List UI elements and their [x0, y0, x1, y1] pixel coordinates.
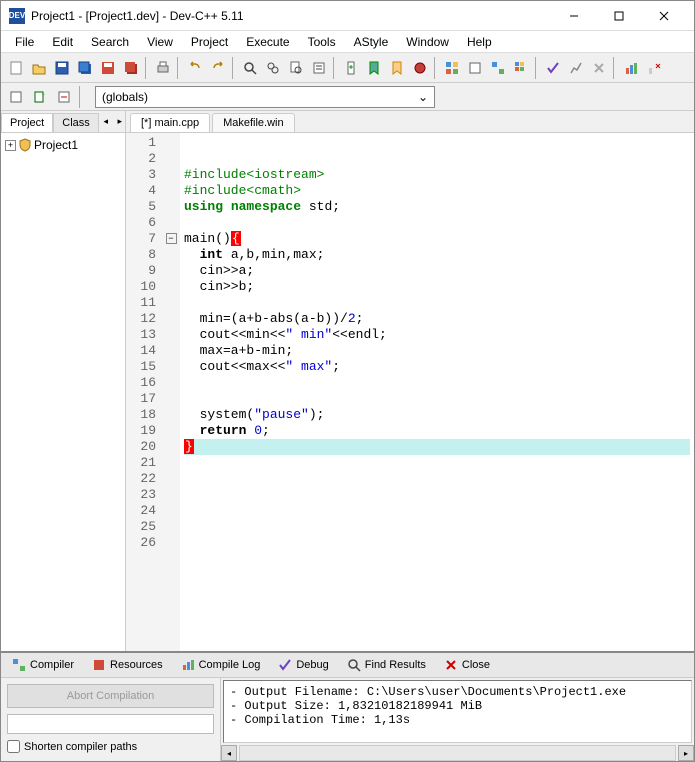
- tab-resources[interactable]: Resources: [85, 655, 170, 675]
- redo-icon[interactable]: [207, 57, 229, 79]
- bottom-content: Abort Compilation Shorten compiler paths…: [1, 678, 694, 761]
- close-icon: [444, 658, 458, 672]
- debug-check-icon: [278, 658, 292, 672]
- log-icon: [181, 658, 195, 672]
- line-gutter: 1234567891011121314151617181920212223242…: [126, 133, 162, 651]
- code-editor[interactable]: 1234567891011121314151617181920212223242…: [126, 133, 694, 651]
- check-icon[interactable]: [542, 57, 564, 79]
- run-icon[interactable]: [464, 57, 486, 79]
- progress-bar: [7, 714, 214, 734]
- shorten-checkbox-input[interactable]: [7, 740, 20, 753]
- shorten-paths-checkbox[interactable]: Shorten compiler paths: [7, 740, 214, 753]
- chevron-down-icon: ⌄: [418, 90, 428, 104]
- search-icon: [347, 658, 361, 672]
- menu-search[interactable]: Search: [83, 33, 137, 51]
- bottom-panel: Compiler Resources Compile Log Debug Fin…: [1, 651, 694, 761]
- minimize-button[interactable]: [551, 2, 596, 30]
- scroll-left-icon[interactable]: ◂: [221, 745, 237, 761]
- tab-classes[interactable]: Class: [53, 113, 99, 132]
- compile-output[interactable]: - Output Filename: C:\Users\user\Documen…: [223, 680, 692, 743]
- compile-output-area: - Output Filename: C:\Users\user\Documen…: [221, 678, 694, 761]
- print-icon[interactable]: [152, 57, 174, 79]
- menu-view[interactable]: View: [139, 33, 181, 51]
- tree-expand-icon[interactable]: +: [5, 140, 16, 151]
- replace-icon[interactable]: [262, 57, 284, 79]
- save-all-icon[interactable]: [74, 57, 96, 79]
- delete-chart-icon[interactable]: [643, 57, 665, 79]
- compile-run-icon[interactable]: [487, 57, 509, 79]
- globals-dropdown[interactable]: (globals) ⌄: [95, 86, 435, 108]
- save-icon[interactable]: [51, 57, 73, 79]
- new-class-icon[interactable]: [5, 86, 27, 108]
- shield-icon: [18, 138, 32, 152]
- menu-file[interactable]: File: [7, 33, 42, 51]
- left-panel-tabs: Project Class ◂ ▸: [1, 111, 125, 133]
- add-file-icon[interactable]: [29, 86, 51, 108]
- abort-compilation-button[interactable]: Abort Compilation: [7, 684, 214, 708]
- globals-text: (globals): [102, 90, 148, 104]
- left-panel: Project Class ◂ ▸ + Project1: [1, 111, 126, 651]
- main-toolbar: [1, 53, 694, 83]
- tab-debug[interactable]: Debug: [271, 655, 335, 675]
- bottom-tabs: Compiler Resources Compile Log Debug Fin…: [1, 653, 694, 678]
- menu-astyle[interactable]: AStyle: [346, 33, 397, 51]
- scroll-right-icon[interactable]: ▸: [678, 745, 694, 761]
- find-in-files-icon[interactable]: [285, 57, 307, 79]
- menubar: File Edit Search View Project Execute To…: [1, 31, 694, 53]
- delete-profile-icon[interactable]: [588, 57, 610, 79]
- file-tabs: [*] main.cpp Makefile.win: [126, 111, 694, 133]
- fold-gutter: −: [162, 133, 180, 651]
- tree-root-label: Project1: [34, 138, 78, 152]
- close-button[interactable]: [641, 2, 686, 30]
- goto-bookmark-icon[interactable]: [386, 57, 408, 79]
- horizontal-scrollbar[interactable]: ◂ ▸: [221, 745, 694, 761]
- open-file-icon[interactable]: [28, 57, 50, 79]
- new-file-icon[interactable]: [5, 57, 27, 79]
- save-project-icon[interactable]: [97, 57, 119, 79]
- window-controls: [551, 2, 686, 30]
- menu-edit[interactable]: Edit: [44, 33, 81, 51]
- app-icon: DEV: [9, 8, 25, 24]
- tab-scroll-left-icon[interactable]: ◂: [99, 113, 113, 131]
- file-tab-makefile[interactable]: Makefile.win: [212, 113, 295, 132]
- tab-scroll-right-icon[interactable]: ▸: [113, 113, 127, 131]
- insert-icon[interactable]: [340, 57, 362, 79]
- tree-root[interactable]: + Project1: [5, 137, 121, 153]
- tab-find-results[interactable]: Find Results: [340, 655, 433, 675]
- undo-icon[interactable]: [184, 57, 206, 79]
- menu-help[interactable]: Help: [459, 33, 500, 51]
- maximize-button[interactable]: [596, 2, 641, 30]
- tab-close[interactable]: Close: [437, 655, 497, 675]
- tab-compile-log[interactable]: Compile Log: [174, 655, 268, 675]
- scroll-track[interactable]: [239, 745, 676, 761]
- resources-icon: [92, 658, 106, 672]
- remove-file-icon[interactable]: [53, 86, 75, 108]
- secondary-toolbar: (globals) ⌄: [1, 83, 694, 111]
- rebuild-icon[interactable]: [510, 57, 532, 79]
- file-tab-main[interactable]: [*] main.cpp: [130, 113, 210, 132]
- main-area: Project Class ◂ ▸ + Project1 [*] main.cp…: [1, 111, 694, 651]
- save-project-all-icon[interactable]: [120, 57, 142, 79]
- debug-icon[interactable]: [409, 57, 431, 79]
- find-icon[interactable]: [239, 57, 261, 79]
- fold-toggle-icon[interactable]: −: [166, 233, 177, 244]
- menu-project[interactable]: Project: [183, 33, 236, 51]
- tab-project[interactable]: Project: [1, 113, 53, 132]
- window-title: Project1 - [Project1.dev] - Dev-C++ 5.11: [31, 9, 551, 23]
- profile-icon[interactable]: [565, 57, 587, 79]
- menu-execute[interactable]: Execute: [238, 33, 297, 51]
- menu-window[interactable]: Window: [398, 33, 457, 51]
- compile-icon[interactable]: [441, 57, 463, 79]
- editor-area: [*] main.cpp Makefile.win 12345678910111…: [126, 111, 694, 651]
- menu-tools[interactable]: Tools: [300, 33, 344, 51]
- compile-controls: Abort Compilation Shorten compiler paths: [1, 678, 221, 761]
- code-lines[interactable]: #include<iostream>#include<cmath>using n…: [180, 133, 694, 651]
- project-tree[interactable]: + Project1: [1, 133, 125, 651]
- titlebar: DEV Project1 - [Project1.dev] - Dev-C++ …: [1, 1, 694, 31]
- compiler-icon: [12, 658, 26, 672]
- bookmark-icon[interactable]: [363, 57, 385, 79]
- tab-compiler[interactable]: Compiler: [5, 655, 81, 675]
- chart-icon[interactable]: [620, 57, 642, 79]
- goto-line-icon[interactable]: [308, 57, 330, 79]
